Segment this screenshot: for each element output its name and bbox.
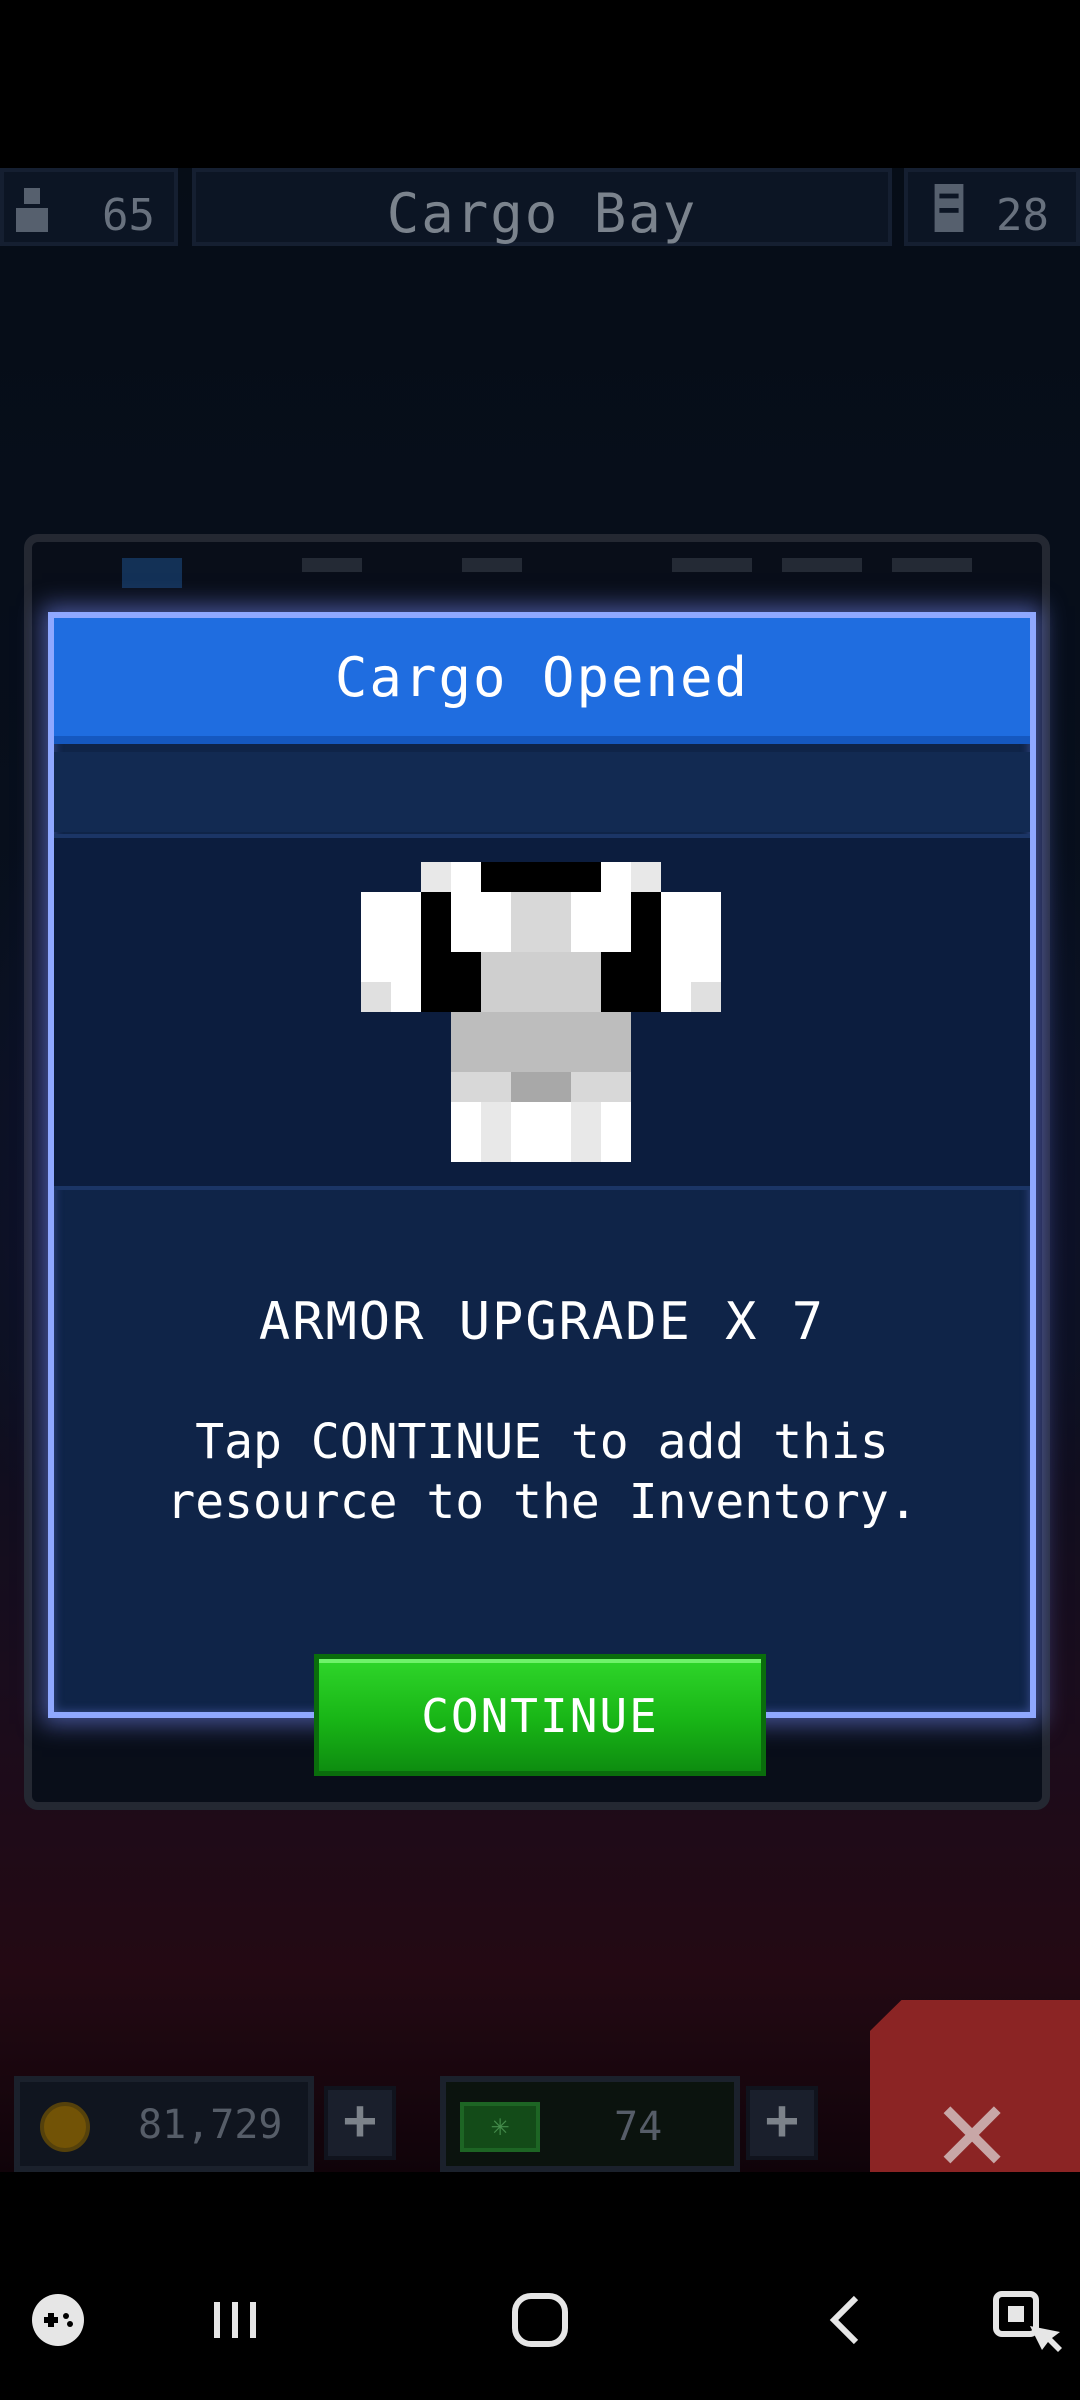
dialog-header: Cargo Opened bbox=[54, 618, 1030, 744]
recent-apps-icon[interactable] bbox=[190, 2280, 280, 2360]
reward-item-name: ARMOR UPGRADE X 7 bbox=[258, 1292, 826, 1352]
coin-count: 81,729 bbox=[138, 2102, 283, 2148]
add-gems-button[interactable]: + bbox=[746, 2086, 818, 2160]
add-coins-button[interactable]: + bbox=[324, 2086, 396, 2160]
gem-balance: ✳ 74 bbox=[440, 2076, 740, 2172]
armor-upgrade-icon bbox=[361, 862, 721, 1162]
top-bar: 65 Cargo Bay 28 bbox=[0, 168, 1080, 246]
cargo-count: 28 bbox=[996, 190, 1049, 241]
cargo-opened-dialog: Cargo Opened ARMOR UPGRADE X 7 Tap CONTI… bbox=[48, 612, 1036, 1718]
back-icon[interactable] bbox=[800, 2280, 890, 2360]
gem-icon: ✳ bbox=[460, 2102, 540, 2152]
screen-capture-icon[interactable] bbox=[982, 2280, 1072, 2360]
game-launcher-icon[interactable] bbox=[18, 2280, 108, 2360]
system-nav-bar bbox=[0, 2240, 1080, 2400]
home-icon[interactable] bbox=[495, 2280, 585, 2360]
screen-title: Cargo Bay bbox=[386, 182, 698, 245]
crew-icon bbox=[16, 188, 48, 232]
reward-description: Tap CONTINUE to add this resource to the… bbox=[166, 1414, 918, 1530]
dialog-title: Cargo Opened bbox=[334, 646, 750, 709]
gem-count: 74 bbox=[614, 2104, 663, 2150]
cargo-tab-strip bbox=[82, 558, 982, 588]
crew-count: 65 bbox=[102, 190, 155, 241]
continue-button-label: CONTINUE bbox=[421, 1689, 659, 1743]
close-icon[interactable]: ✕ bbox=[936, 2070, 1008, 2190]
continue-button[interactable]: CONTINUE bbox=[314, 1654, 766, 1776]
coin-balance: 81,729 bbox=[14, 2076, 314, 2172]
screen-title-bar: Cargo Bay bbox=[192, 168, 892, 246]
dialog-divider bbox=[54, 752, 1030, 832]
cargo-icon bbox=[934, 184, 964, 232]
coin-icon bbox=[40, 2102, 90, 2152]
item-display bbox=[54, 834, 1030, 1190]
cargo-counter: 28 bbox=[904, 168, 1080, 246]
crew-counter: 65 bbox=[0, 168, 178, 246]
